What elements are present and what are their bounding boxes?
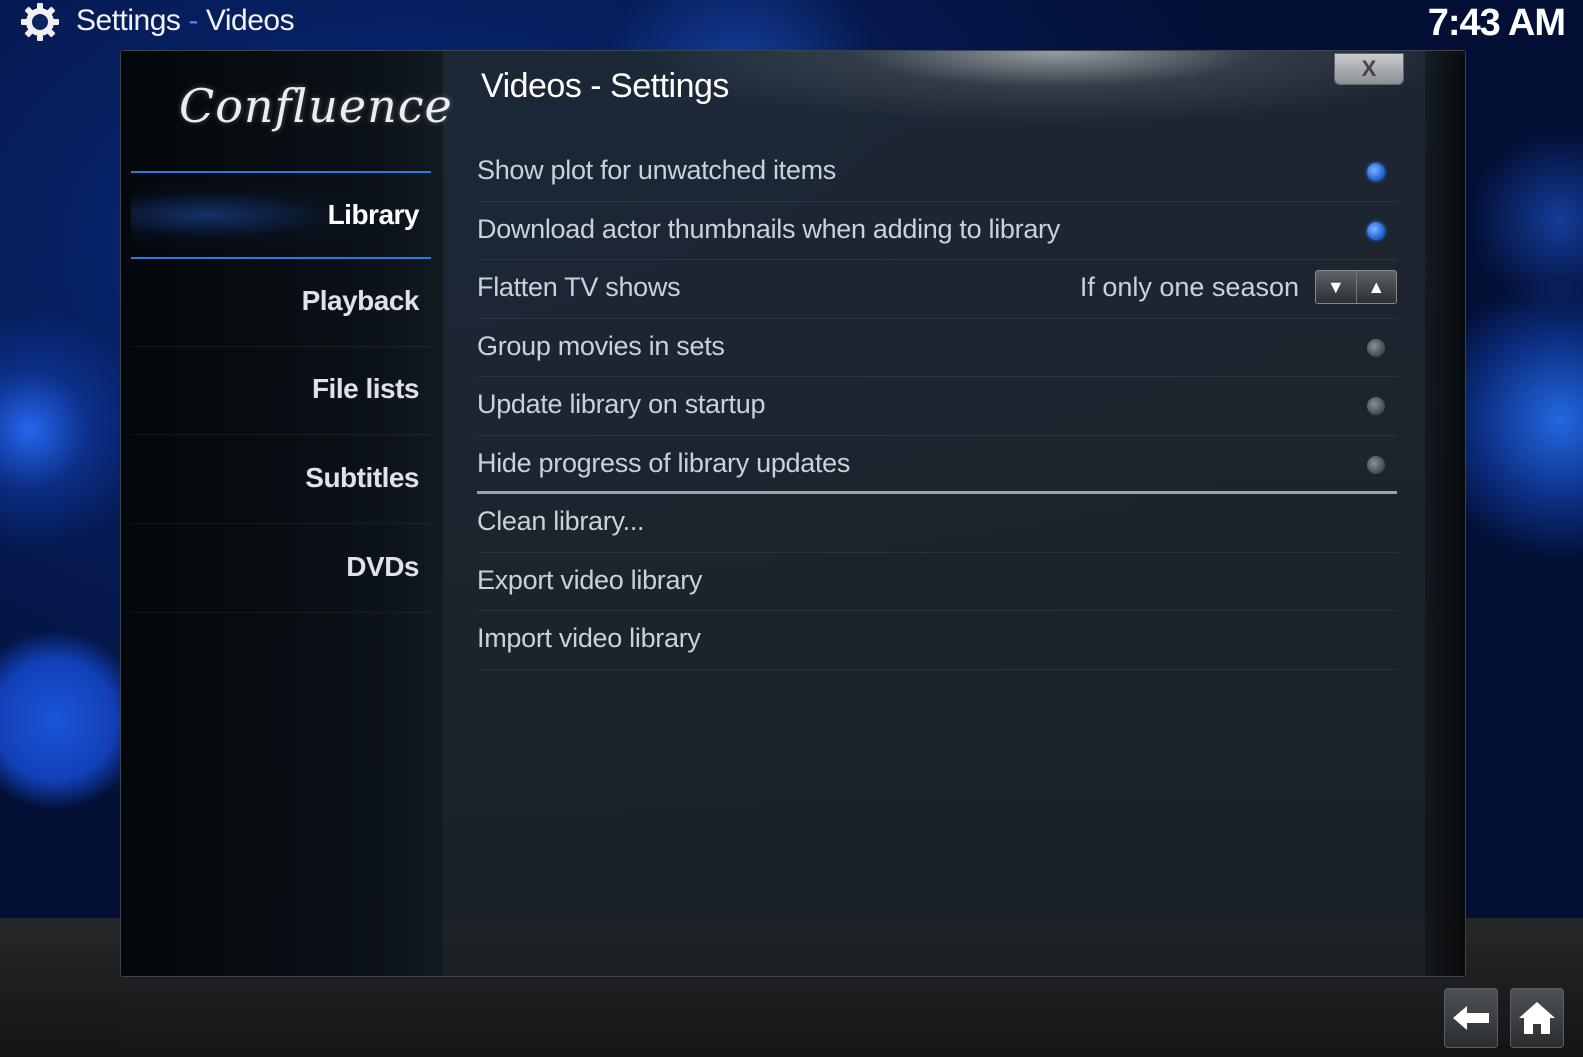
sidebar-item-file-lists[interactable]: File lists [131, 347, 431, 435]
action-export-video-library[interactable]: Export video library [477, 553, 1397, 611]
setting-update-library-on-startup[interactable]: Update library on startup [477, 377, 1397, 436]
radio-off-icon[interactable] [1367, 338, 1385, 357]
setting-download-actor-thumbnails[interactable]: Download actor thumbnails when adding to… [477, 202, 1397, 260]
sidebar: Confluence Library Playback File lists S… [121, 51, 452, 976]
sidebar-item-label: File lists [311, 373, 420, 404]
sidebar-item-playback[interactable]: Playback [131, 259, 431, 347]
confluence-logo: Confluence [179, 79, 453, 133]
spinner-control: ▼ ▲ [1315, 270, 1397, 304]
setting-label: Hide progress of library updates [477, 447, 851, 478]
action-label: Export video library [477, 564, 703, 595]
sidebar-item-library[interactable]: Library [131, 171, 431, 259]
sidebar-item-label: Playback [301, 285, 420, 316]
sidebar-item-label: Library [327, 199, 420, 230]
radio-off-icon[interactable] [1367, 397, 1385, 415]
action-label: Import video library [477, 623, 701, 653]
window-edge [1425, 51, 1465, 976]
sidebar-item-dvds[interactable]: DVDs [131, 525, 431, 613]
close-button[interactable]: X [1334, 53, 1404, 85]
action-clean-library[interactable]: Clean library... [477, 494, 1397, 553]
back-button[interactable] [1444, 988, 1498, 1048]
spin-up-icon[interactable]: ▲ [1357, 271, 1397, 303]
page-title: Videos - Settings [481, 67, 729, 105]
sidebar-item-label: Subtitles [305, 462, 419, 493]
bottom-bar [120, 978, 1466, 1057]
radio-off-icon[interactable] [1367, 455, 1385, 474]
action-label: Clean library... [477, 506, 645, 536]
breadcrumb: Settings - Videos [76, 4, 295, 38]
setting-label: Group movies in sets [477, 330, 725, 361]
sidebar-item-subtitles[interactable]: Subtitles [131, 436, 431, 524]
setting-label: Download actor thumbnails when adding to… [477, 213, 1060, 244]
radio-on-icon[interactable] [1367, 221, 1385, 240]
home-button[interactable] [1510, 988, 1564, 1048]
top-bar: Settings - Videos 7:43 AM [0, 0, 1583, 48]
spinner-value: If only one season [1079, 272, 1299, 302]
setting-label: Flatten TV shows [477, 272, 681, 302]
spin-down-icon[interactable]: ▼ [1316, 271, 1357, 303]
setting-label: Update library on startup [477, 389, 766, 419]
settings-window: Confluence Library Playback File lists S… [120, 50, 1466, 977]
back-arrow-icon [1453, 1006, 1489, 1030]
setting-group-movies-in-sets[interactable]: Group movies in sets [477, 319, 1397, 377]
setting-label: Show plot for unwatched items [477, 155, 836, 185]
gear-icon [21, 3, 59, 41]
radio-on-icon[interactable] [1367, 163, 1385, 181]
setting-show-plot[interactable]: Show plot for unwatched items [477, 143, 1397, 202]
settings-list: Show plot for unwatched items Download a… [477, 143, 1397, 670]
breadcrumb-section: Settings [76, 4, 181, 37]
home-icon [1519, 1002, 1555, 1034]
action-import-video-library[interactable]: Import video library [477, 611, 1397, 670]
setting-hide-progress[interactable]: Hide progress of library updates [477, 436, 1397, 494]
breadcrumb-subsection: Videos [205, 4, 295, 37]
sidebar-item-label: DVDs [346, 551, 419, 582]
setting-flatten-tv-shows[interactable]: Flatten TV shows If only one season ▼ ▲ [477, 260, 1397, 319]
breadcrumb-separator: - [188, 4, 198, 37]
clock: 7:43 AM [1427, 2, 1566, 44]
